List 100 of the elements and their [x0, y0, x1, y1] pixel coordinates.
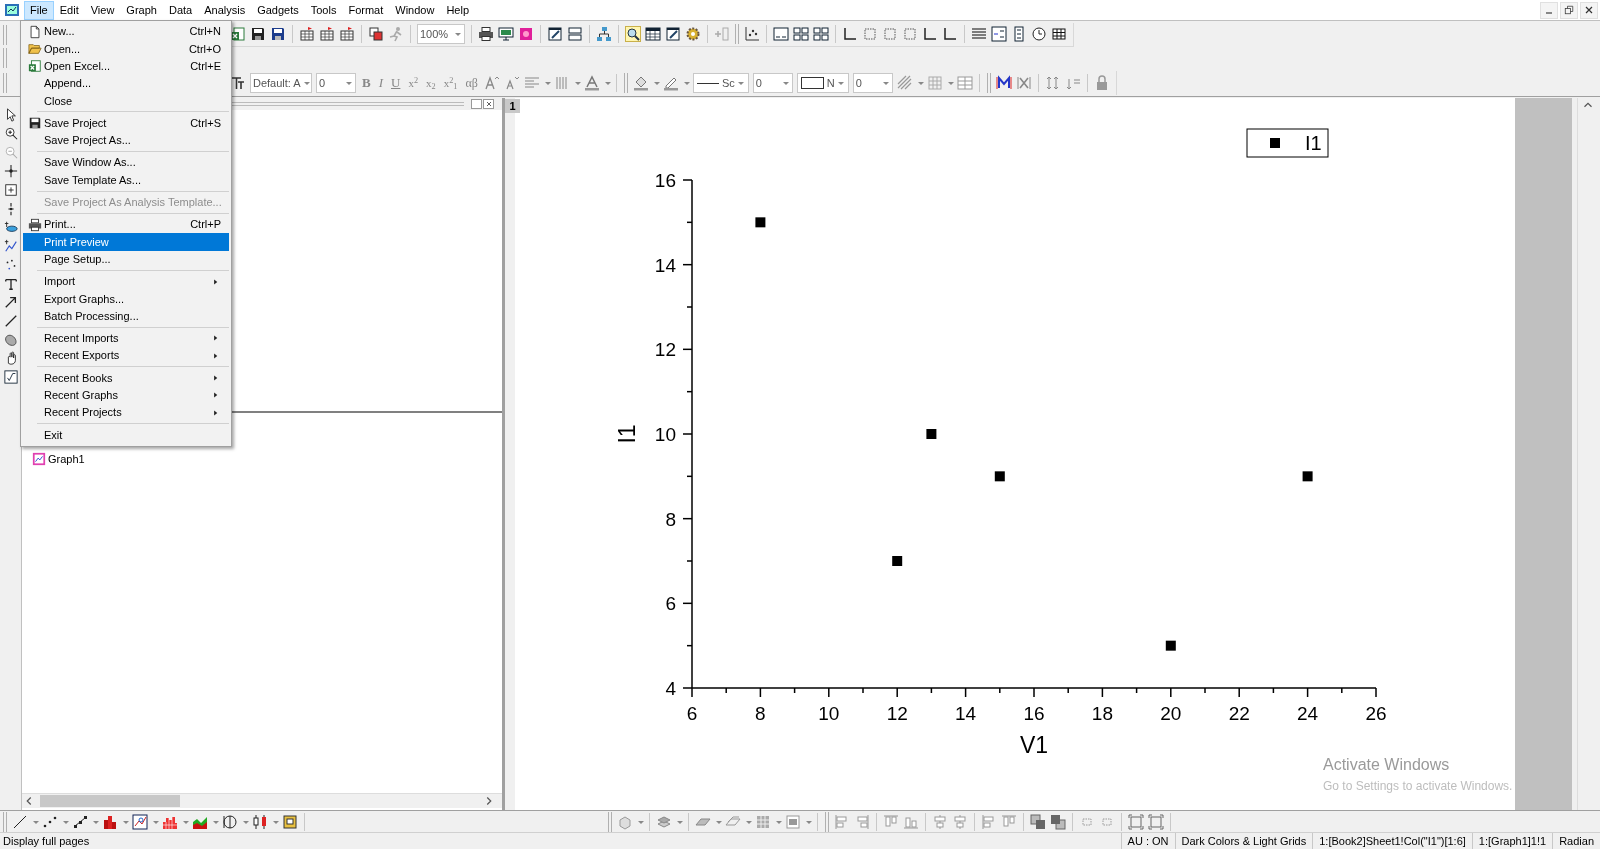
dropdown-button[interactable]	[471, 99, 482, 109]
grow-font-icon[interactable]	[483, 75, 500, 91]
axes-icon[interactable]	[942, 26, 958, 42]
line-plot-icon[interactable]	[12, 813, 28, 830]
menu-item[interactable]: Open Excel... Ctrl+E	[23, 57, 229, 75]
font-color-icon[interactable]	[583, 75, 600, 91]
box-icon[interactable]	[785, 813, 801, 830]
horizontal-scrollbar[interactable]	[22, 793, 502, 808]
menu-item[interactable]: Window	[389, 0, 441, 20]
worksheet-icon[interactable]	[299, 26, 315, 42]
shrink-font-icon[interactable]	[503, 75, 520, 91]
menu-item[interactable]: Graph	[120, 0, 163, 20]
template-icon[interactable]	[282, 813, 298, 830]
send-back-icon[interactable]	[1050, 813, 1066, 830]
menu-item[interactable]: Recent Books	[23, 369, 229, 387]
axes-icon[interactable]	[842, 26, 858, 42]
crosshair-icon[interactable]	[3, 164, 18, 179]
spreadsheet-icon[interactable]	[230, 26, 246, 42]
group-icon[interactable]	[1148, 813, 1164, 830]
region-icon[interactable]	[3, 332, 18, 347]
menu-item[interactable]: Format	[342, 0, 390, 20]
rescale-icon[interactable]	[3, 183, 18, 198]
magnifier-icon[interactable]	[625, 26, 641, 42]
hatch-pattern-icon[interactable]	[896, 75, 913, 91]
edit-window-icon[interactable]	[665, 26, 681, 42]
menu-item[interactable]: Recent Projects	[23, 403, 229, 422]
menu-item[interactable]: Print... Ctrl+P	[23, 215, 229, 234]
candlestick-icon[interactable]	[252, 813, 268, 830]
pen-icon[interactable]	[662, 75, 679, 91]
polar-plot-icon[interactable]	[222, 813, 238, 830]
monitor-icon[interactable]	[498, 26, 514, 42]
line-icon[interactable]	[3, 313, 18, 328]
menu-item[interactable]: Print Preview	[23, 233, 229, 251]
arrow-icon[interactable]	[3, 295, 18, 310]
menu-item[interactable]: Export Graphs...	[23, 290, 229, 308]
app-icon[interactable]	[4, 2, 20, 18]
edit-window-icon[interactable]	[547, 26, 563, 42]
grid-icon[interactable]	[1051, 26, 1067, 42]
mask-icon[interactable]	[3, 239, 18, 254]
align-top-icon[interactable]	[883, 813, 899, 830]
menu-item[interactable]: Close	[23, 92, 229, 110]
axes-icon[interactable]	[922, 26, 938, 42]
marker-icon[interactable]	[995, 75, 1012, 91]
tree-item[interactable]: Graph1	[48, 450, 85, 468]
menu-item[interactable]: Exit	[23, 426, 229, 444]
menu-item[interactable]: Recent Imports	[23, 329, 229, 348]
menu-item[interactable]: Gadgets	[251, 0, 305, 20]
window-icon[interactable]	[518, 26, 534, 42]
menu-item[interactable]: Analysis	[198, 0, 252, 20]
legend-icon[interactable]	[991, 26, 1007, 42]
menu-item[interactable]: Save Project Ctrl+S	[23, 114, 229, 132]
menu-item[interactable]: Edit	[53, 0, 85, 20]
menu-item[interactable]: Append...	[23, 74, 229, 93]
align-left-icon[interactable]	[834, 813, 850, 830]
clock-icon[interactable]	[1031, 26, 1047, 42]
border-dropdown[interactable]: N	[796, 73, 849, 93]
border-width-dropdown[interactable]: 0	[852, 73, 893, 93]
frame-icon[interactable]	[882, 26, 898, 42]
menu-item[interactable]: Help	[440, 0, 476, 20]
menu-item[interactable]: New... Ctrl+N	[23, 23, 229, 41]
menu-item[interactable]: File	[24, 0, 54, 20]
worksheet-icon[interactable]	[319, 26, 335, 42]
page-tab[interactable]: 1	[505, 99, 520, 113]
menu-item[interactable]: Data	[162, 0, 199, 20]
gear-icon[interactable]	[685, 26, 701, 42]
line-width-dropdown[interactable]: 0	[752, 73, 793, 93]
vertical-spacing-icon[interactable]	[1044, 75, 1061, 91]
zoom-in-icon[interactable]	[3, 127, 18, 142]
copy-icon[interactable]	[368, 26, 384, 42]
menu-item[interactable]: Save Window As...	[23, 154, 229, 172]
lines-icon[interactable]	[971, 26, 987, 42]
menu-item[interactable]: Open... Ctrl+O	[23, 40, 229, 58]
split-window-icon[interactable]	[567, 26, 583, 42]
center-icon[interactable]	[932, 813, 948, 830]
menu-item[interactable]: Recent Exports	[23, 347, 229, 365]
zoom-dropdown[interactable]: 100%	[417, 24, 465, 44]
contour-plot-icon[interactable]	[132, 813, 148, 830]
scrollbar-thumb[interactable]	[40, 795, 180, 807]
menu-item[interactable]: Recent Graphs	[23, 386, 229, 404]
layout-icon[interactable]	[813, 26, 829, 42]
column-chart-icon[interactable]	[102, 813, 118, 830]
font-icon[interactable]	[230, 75, 246, 91]
menu-item[interactable]: View	[84, 0, 121, 20]
scatter-plot-icon[interactable]	[744, 26, 760, 42]
layout-icon[interactable]	[773, 26, 789, 42]
layout-icon[interactable]	[793, 26, 809, 42]
menu-item[interactable]: Tools	[304, 0, 343, 20]
line-symbol-plot-icon[interactable]	[72, 813, 88, 830]
group-icon[interactable]	[1128, 813, 1144, 830]
text-tool-icon[interactable]	[3, 276, 18, 291]
formula-icon[interactable]	[3, 369, 18, 384]
restore-icon[interactable]	[1563, 4, 1575, 16]
worksheet-icon[interactable]	[339, 26, 355, 42]
bring-front-icon[interactable]	[1030, 813, 1046, 830]
fill-bucket-icon[interactable]	[632, 75, 649, 91]
menu-item[interactable]: Import	[23, 272, 229, 291]
menu-item[interactable]: Page Setup...	[23, 250, 229, 268]
menu-item[interactable]: Save Template As...	[23, 171, 229, 189]
font-size-dropdown[interactable]: 0	[316, 73, 356, 93]
align-left-icon[interactable]	[981, 813, 997, 830]
